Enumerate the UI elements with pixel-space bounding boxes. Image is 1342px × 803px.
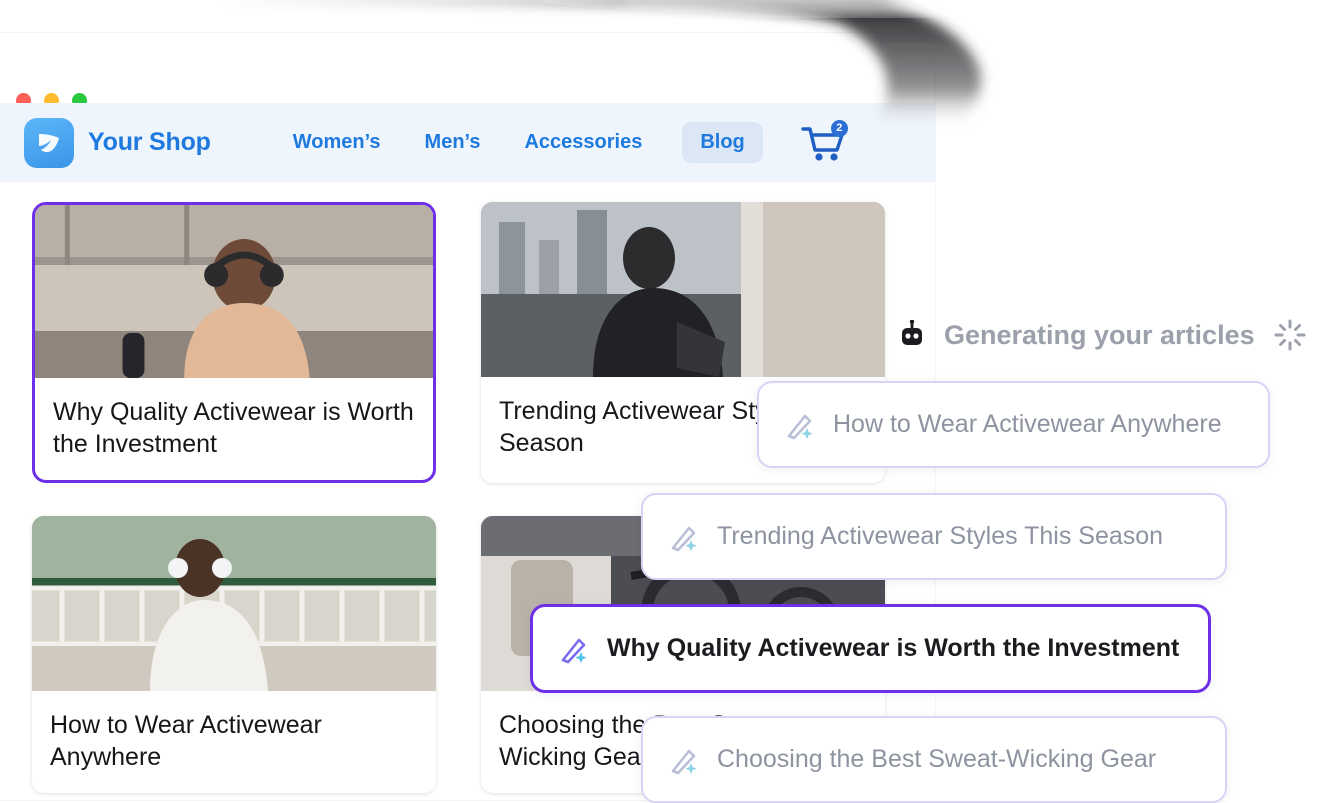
article-image (35, 205, 433, 378)
suggestion-label: Trending Activewear Styles This Season (717, 522, 1164, 550)
suggestion-label: How to Wear Activewear Anywhere (833, 410, 1222, 438)
nav-link-blog[interactable]: Blog (682, 122, 763, 163)
suggestion-chip[interactable]: Choosing the Best Sweat-Wicking Gear (641, 716, 1227, 803)
nav-link-mens[interactable]: Men’s (403, 131, 503, 154)
article-title: Why Quality Activewear is Worth the Inve… (53, 398, 414, 458)
browser-titlebar (0, 33, 935, 108)
nav-link-womens[interactable]: Women’s (271, 131, 403, 154)
article-title: How to Wear Activewear Anywhere (50, 711, 322, 771)
brand-logo-icon (24, 117, 74, 168)
nav-link-accessories[interactable]: Accessories (502, 131, 664, 154)
suggestion-chip[interactable]: Trending Activewear Styles This Season (641, 493, 1227, 580)
nav-links: Women’s Men’s Accessories Blog (271, 122, 763, 163)
suggestion-label: Choosing the Best Sweat-Wicking Gear (717, 745, 1157, 773)
magic-wand-icon (787, 414, 813, 439)
robot-icon (902, 320, 922, 345)
suggestion-label: Why Quality Activewear is Worth the Inve… (607, 634, 1180, 662)
article-card[interactable]: How to Wear Activewear Anywhere (32, 516, 436, 793)
generating-status: Generating your articles (898, 318, 1307, 352)
photo-woman-railing (32, 516, 436, 691)
brand-name: Your Shop (88, 128, 211, 156)
brand[interactable]: Your Shop (24, 117, 211, 168)
magic-wand-icon (671, 526, 697, 551)
leaf-icon (39, 133, 59, 152)
article-image (32, 516, 436, 691)
spinner-icon (1274, 319, 1306, 351)
generating-label: Generating your articles (944, 319, 1255, 350)
photo-woman-headphones (35, 205, 433, 378)
suggestion-chip[interactable]: How to Wear Activewear Anywhere (757, 381, 1270, 468)
cart-badge: 2 (830, 119, 848, 137)
cart-button[interactable]: 2 (801, 119, 848, 163)
suggestion-chip-selected[interactable]: Why Quality Activewear is Worth the Inve… (530, 604, 1211, 693)
article-card[interactable]: Why Quality Activewear is Worth the Inve… (32, 202, 436, 483)
photo-man-city (481, 202, 885, 377)
magic-wand-icon (561, 638, 587, 663)
article-grid: Why Quality Activewear is Worth the Inve… (0, 182, 935, 793)
article-image (481, 202, 885, 377)
site-navigation-bar: Your Shop Women’s Men’s Accessories Blog… (0, 103, 935, 182)
magic-wand-icon (671, 749, 697, 774)
